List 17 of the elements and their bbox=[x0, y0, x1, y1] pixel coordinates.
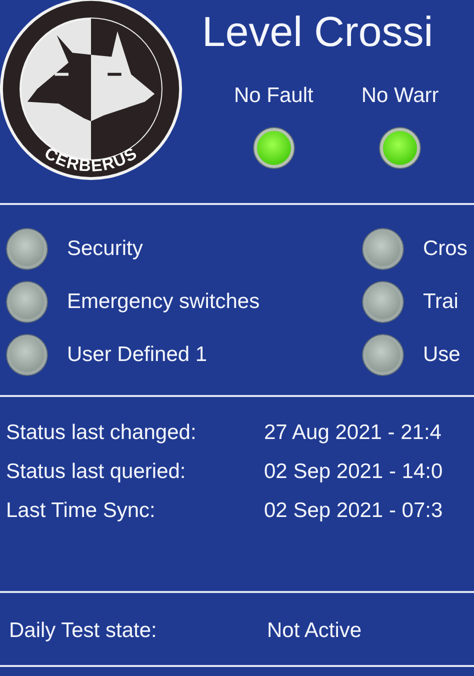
indicator-label: Emergency switches bbox=[67, 290, 260, 314]
indicator-label: User Defined 1 bbox=[67, 343, 208, 367]
info-value: 27 Aug 2021 - 21:4 bbox=[264, 421, 442, 445]
indicator-label: Cros bbox=[423, 237, 468, 261]
info-label: Status last changed: bbox=[5, 421, 198, 445]
status-label: No Warr bbox=[361, 84, 439, 108]
screen-title: Level Crossi bbox=[202, 8, 434, 56]
status-label: No Fault bbox=[234, 84, 314, 108]
daily-test-label: Daily Test state: bbox=[8, 619, 158, 643]
indicator-label: Security bbox=[67, 237, 143, 261]
indicator-label: Trai bbox=[423, 290, 458, 314]
info-value: 02 Sep 2021 - 14:0 bbox=[264, 460, 443, 484]
info-label: Status last queried: bbox=[5, 460, 187, 484]
daily-test-value: Not Active bbox=[267, 619, 362, 643]
info-value: 02 Sep 2021 - 07:3 bbox=[264, 499, 443, 523]
indicator-label: Use bbox=[423, 343, 460, 367]
info-label: Last Time Sync: bbox=[5, 499, 156, 523]
